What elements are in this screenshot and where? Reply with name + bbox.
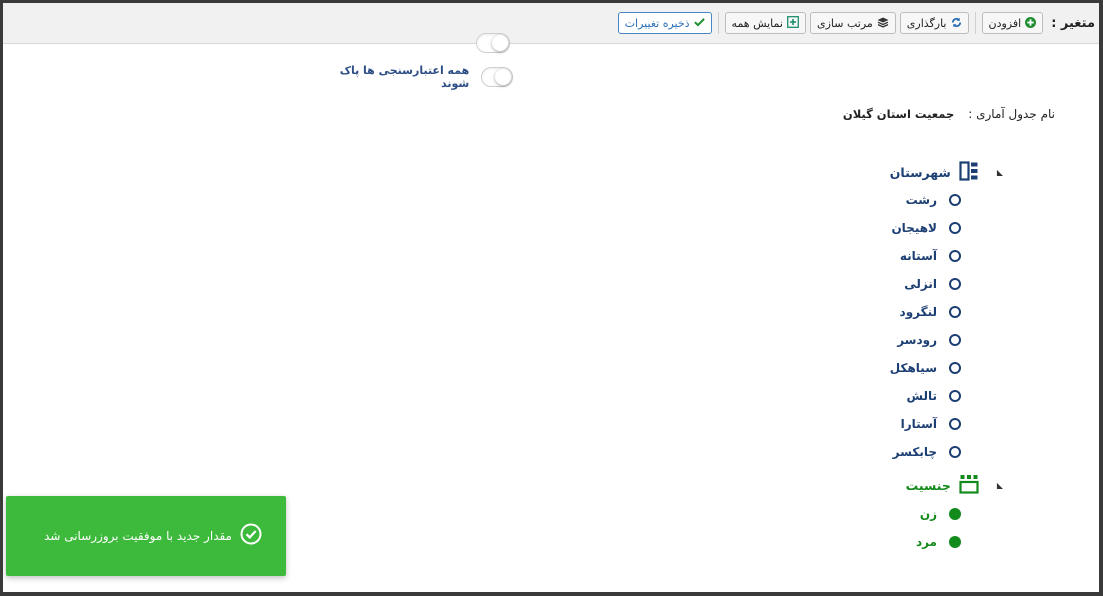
- save-changes-button-label: ذخیره تغییرات: [624, 16, 690, 30]
- toolbar: متغیر : افزودن بارگذاری مرتب سازی نمایش: [3, 3, 1099, 44]
- check-icon: [693, 17, 705, 29]
- show-all-button[interactable]: نمایش همه: [724, 12, 806, 34]
- expand-icon: [787, 16, 799, 30]
- list-item[interactable]: انزلی: [904, 277, 961, 291]
- variable-label: متغیر :: [1051, 15, 1095, 31]
- success-toast[interactable]: مقدار جدید با موفقیت بروزرسانی شد: [6, 496, 286, 576]
- sort-button[interactable]: مرتب سازی: [809, 12, 896, 34]
- columns-icon: [959, 161, 979, 184]
- table-name-row: نام جدول آماری : جمعیت استان گیلان: [843, 107, 1055, 121]
- layers-icon: [877, 17, 889, 30]
- list-item-label: انزلی: [904, 277, 937, 291]
- list-item-label: مرد: [915, 535, 937, 549]
- reload-button[interactable]: بارگذاری: [899, 12, 969, 34]
- list-item-label: رشت: [905, 193, 937, 207]
- list-item-label: لاهیجان: [891, 221, 937, 235]
- show-all-button-label: نمایش همه: [731, 16, 783, 30]
- list-item[interactable]: تالش: [907, 389, 961, 403]
- radio-icon[interactable]: [949, 306, 961, 318]
- clear-validations-label: همه اعتبارسنجی ها پاک شوند: [339, 64, 470, 90]
- table-name-value: جمعیت استان گیلان: [842, 107, 955, 121]
- radio-icon[interactable]: [949, 278, 961, 290]
- category-gender[interactable]: ◣ جنسیت: [906, 474, 1003, 497]
- sort-button-label: مرتب سازی: [816, 16, 873, 30]
- caret-icon[interactable]: ◣: [997, 481, 1003, 490]
- radio-icon[interactable]: [949, 446, 961, 458]
- category-city[interactable]: ◣ شهرستان: [890, 161, 1003, 184]
- list-item[interactable]: لاهیجان: [891, 221, 961, 235]
- list-item-label: زن: [919, 507, 937, 521]
- clear-validations-toggle[interactable]: [481, 67, 513, 87]
- radio-icon[interactable]: [949, 390, 961, 402]
- list-item-label: آستارا: [900, 417, 937, 431]
- radio-filled-icon[interactable]: [949, 536, 961, 548]
- list-item[interactable]: رودسر: [897, 333, 961, 347]
- toggle-knob: [492, 35, 508, 51]
- list-item[interactable]: سیاهکل: [890, 361, 961, 375]
- list-item[interactable]: آستارا: [901, 417, 961, 431]
- list-item-label: آستانه: [899, 249, 937, 263]
- list-item[interactable]: چابکسر: [893, 445, 961, 459]
- radio-icon[interactable]: [949, 334, 961, 346]
- toast-message: مقدار جدید با موفقیت بروزرسانی شد: [44, 529, 232, 543]
- table-name-label: نام جدول آماری :: [968, 107, 1055, 121]
- toggle-row-hidden: [476, 33, 510, 53]
- radio-filled-icon[interactable]: [949, 508, 961, 520]
- clear-validations-row: همه اعتبارسنجی ها پاک شوند: [319, 64, 513, 90]
- list-item-label: لنگرود: [899, 305, 937, 319]
- category-city-label: شهرستان: [889, 165, 951, 180]
- grid-icon: [959, 474, 979, 497]
- reload-button-label: بارگذاری: [906, 16, 947, 30]
- check-circle-icon: [240, 523, 262, 549]
- list-item-label: تالش: [906, 389, 937, 403]
- list-item[interactable]: زن: [920, 507, 961, 521]
- category-gender-label: جنسیت: [905, 478, 951, 493]
- list-item[interactable]: مرد: [916, 535, 961, 549]
- toolbar-separator: [974, 12, 976, 34]
- app-frame: متغیر : افزودن بارگذاری مرتب سازی نمایش: [3, 3, 1099, 592]
- radio-icon[interactable]: [949, 362, 961, 374]
- radio-icon[interactable]: [949, 194, 961, 206]
- list-item[interactable]: آستانه: [900, 249, 961, 263]
- list-item[interactable]: رشت: [906, 193, 961, 207]
- toggle-knob: [495, 69, 511, 85]
- list-item-label: رودسر: [897, 333, 937, 347]
- plus-circle-icon: [1025, 16, 1037, 30]
- add-button[interactable]: افزودن: [981, 12, 1044, 34]
- save-changes-button[interactable]: ذخیره تغییرات: [617, 12, 712, 34]
- add-button-label: افزودن: [988, 16, 1022, 30]
- list-item-label: سیاهکل: [889, 361, 937, 375]
- radio-icon[interactable]: [949, 222, 961, 234]
- toolbar-separator: [717, 12, 719, 34]
- list-item[interactable]: لنگرود: [900, 305, 961, 319]
- radio-icon[interactable]: [949, 418, 961, 430]
- caret-icon[interactable]: ◣: [997, 168, 1003, 177]
- list-item-label: چابکسر: [892, 445, 937, 459]
- toggle-switch[interactable]: [476, 33, 510, 53]
- refresh-icon: [951, 17, 962, 30]
- radio-icon[interactable]: [949, 250, 961, 262]
